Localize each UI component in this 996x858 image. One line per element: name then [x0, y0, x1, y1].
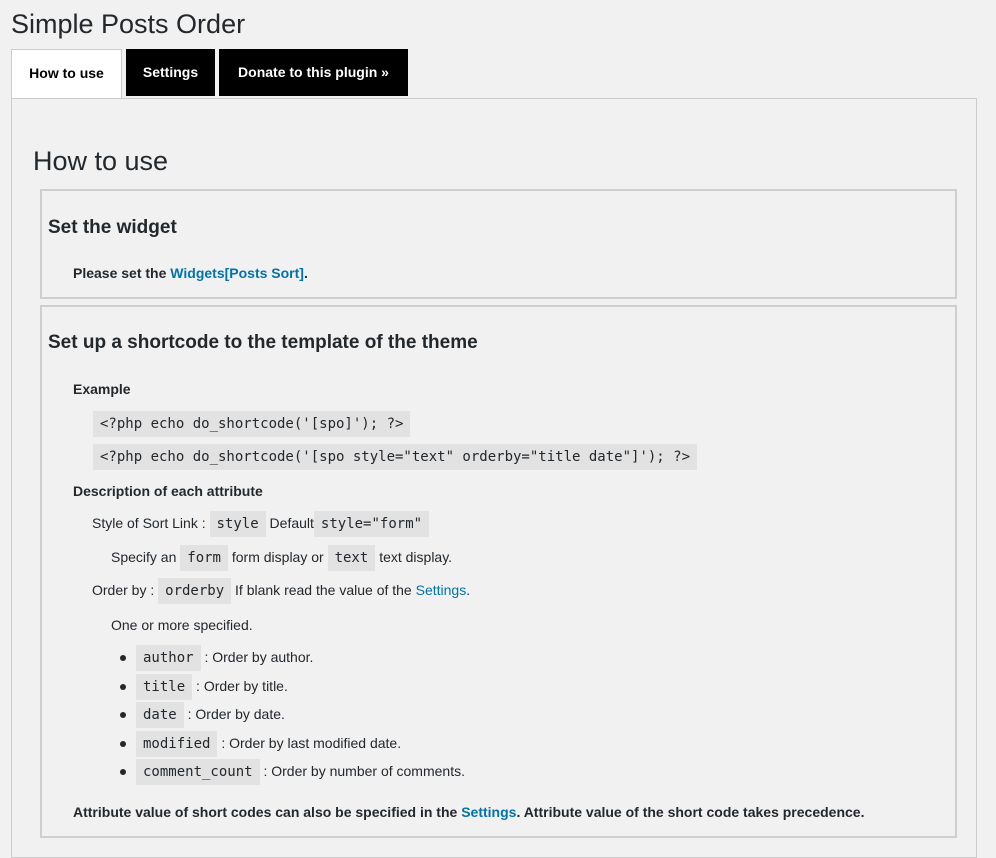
footer-settings-link[interactable]: Settings: [461, 804, 516, 820]
option-desc: : Order by number of comments.: [263, 763, 465, 779]
bullet: [120, 655, 126, 661]
footer-text-after: . Attribute value of the short code take…: [516, 804, 865, 820]
specify-an-text: Specify an: [111, 549, 177, 565]
form-display-text: form display or: [231, 549, 324, 565]
bullet: [120, 741, 126, 747]
form-code: form: [180, 545, 228, 571]
option-code: modified: [136, 731, 218, 757]
list-item: title : Order by title.: [120, 674, 288, 700]
option-code: author: [136, 645, 201, 671]
example-label: Example: [73, 381, 131, 397]
section-title: How to use: [33, 146, 169, 176]
widget-box: Set the widget Please set the Widgets[Po…: [40, 189, 957, 299]
option-desc: : Order by author.: [204, 649, 314, 665]
tab-settings[interactable]: Settings: [126, 49, 215, 96]
widget-heading: Set the widget: [48, 217, 177, 238]
style-code: style: [209, 511, 266, 537]
how-to-use-panel: How to use Set the widget Please set the…: [11, 98, 977, 858]
option-code: date: [136, 702, 184, 728]
page-title: Simple Posts Order: [11, 9, 246, 39]
option-desc: : Order by date.: [187, 706, 285, 722]
style-default-code: style="form": [313, 511, 430, 537]
description-label: Description of each attribute: [73, 483, 263, 499]
option-code: comment_count: [136, 759, 260, 785]
footer-note: Attribute value of short codes can also …: [73, 804, 864, 820]
orderby-blank-text: If blank read the value of the: [235, 582, 412, 598]
widget-text-after: .: [303, 265, 308, 281]
text-display-text: text display.: [379, 549, 453, 565]
tab-donate[interactable]: Donate to this plugin »: [219, 49, 408, 96]
example-code-2: <?php echo do_shortcode('[spo style="tex…: [93, 444, 698, 470]
widget-instruction: Please set the Widgets[Posts Sort].: [73, 265, 308, 281]
tab-how-to-use[interactable]: How to use: [11, 49, 122, 99]
bullet: [120, 684, 126, 690]
orderby-label: Order by :: [92, 582, 155, 598]
shortcode-box: Set up a shortcode to the template of th…: [40, 305, 957, 838]
bullet: [120, 712, 126, 718]
list-item: modified : Order by last modified date.: [120, 731, 402, 757]
widgets-link[interactable]: Widgets[Posts Sort]: [170, 265, 304, 281]
settings-link[interactable]: Settings: [416, 582, 467, 598]
bullet: [120, 769, 126, 775]
style-row: Style of Sort Link : style Default style=…: [92, 511, 430, 537]
shortcode-heading: Set up a shortcode to the template of th…: [48, 332, 478, 353]
default-label: Default: [269, 515, 314, 531]
style-label: Style of Sort Link :: [92, 515, 206, 531]
list-item: date : Order by date.: [120, 702, 285, 728]
list-item: author : Order by author.: [120, 645, 314, 671]
list-item: comment_count : Order by number of comme…: [120, 759, 465, 785]
option-desc: : Order by last modified date.: [221, 735, 402, 751]
orderby-code: orderby: [158, 578, 232, 604]
orderby-period: .: [466, 582, 471, 598]
widget-text-before: Please set the: [73, 265, 171, 281]
option-desc: : Order by title.: [196, 678, 288, 694]
orderby-row: Order by : orderby If blank read the val…: [92, 578, 470, 604]
footer-text-before: Attribute value of short codes can also …: [73, 804, 462, 820]
example-code-1: <?php echo do_shortcode('[spo]'); ?>: [93, 411, 411, 437]
one-or-more-text: One or more specified.: [111, 617, 253, 633]
text-code: text: [327, 545, 376, 571]
style-specify-row: Specify an form form display or text tex…: [111, 545, 452, 571]
option-code: title: [136, 674, 193, 700]
